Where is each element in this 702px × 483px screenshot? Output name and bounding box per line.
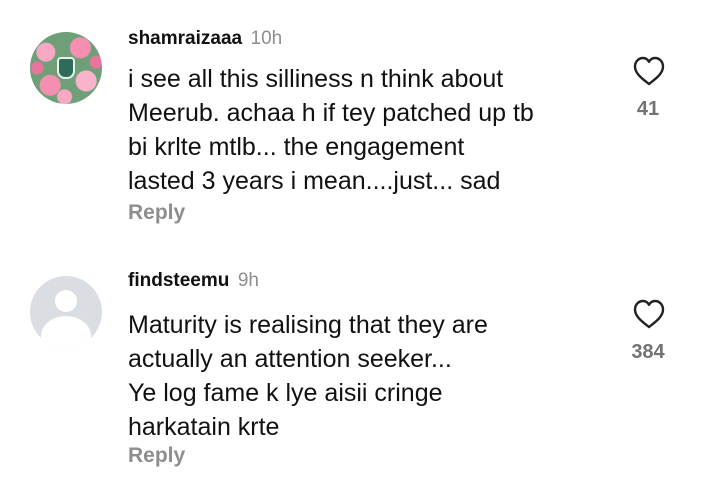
avatar-emblem: [57, 57, 75, 79]
heart-outline-icon: [633, 299, 665, 329]
comment-item: shamraizaaa 10h i see all this silliness…: [0, 0, 702, 240]
like-button[interactable]: [632, 55, 666, 87]
comment-text: i see all this silliness n think about M…: [128, 62, 598, 198]
like-button[interactable]: [632, 298, 666, 330]
comment-line: i see all this silliness n think about: [128, 65, 504, 93]
like-count: 384: [631, 341, 665, 363]
comment-line: harkatain krte: [128, 413, 280, 441]
avatar[interactable]: [30, 32, 102, 104]
comment-header: shamraizaaa 10h: [128, 28, 282, 52]
comment-line: bi krlte mtlb... the engagement: [128, 133, 465, 161]
comment-text: Maturity is realising that they are actu…: [128, 308, 598, 444]
default-avatar-body: [41, 316, 91, 348]
comment-line: Meerub. achaa h if tey patched up tb: [128, 99, 534, 127]
comment-line: Ye log fame k lye aisii cringe: [128, 379, 443, 407]
timestamp: 10h: [250, 28, 283, 49]
reply-button[interactable]: Reply: [128, 444, 185, 468]
comment-line: actually an attention seeker...: [128, 345, 452, 373]
comment-line: lasted 3 years i mean....just... sad: [128, 167, 501, 195]
default-avatar-head: [55, 290, 77, 312]
heart-outline-icon: [633, 56, 665, 86]
username[interactable]: shamraizaaa: [128, 28, 242, 49]
avatar[interactable]: [30, 276, 102, 348]
username[interactable]: findsteemu: [128, 270, 229, 291]
timestamp: 9h: [237, 270, 259, 291]
comment-item: findsteemu 9h Maturity is realising that…: [0, 242, 702, 483]
comment-line: Maturity is realising that they are: [128, 311, 488, 339]
reply-button[interactable]: Reply: [128, 201, 185, 225]
like-count: 41: [636, 98, 660, 120]
comment-header: findsteemu 9h: [128, 270, 259, 294]
